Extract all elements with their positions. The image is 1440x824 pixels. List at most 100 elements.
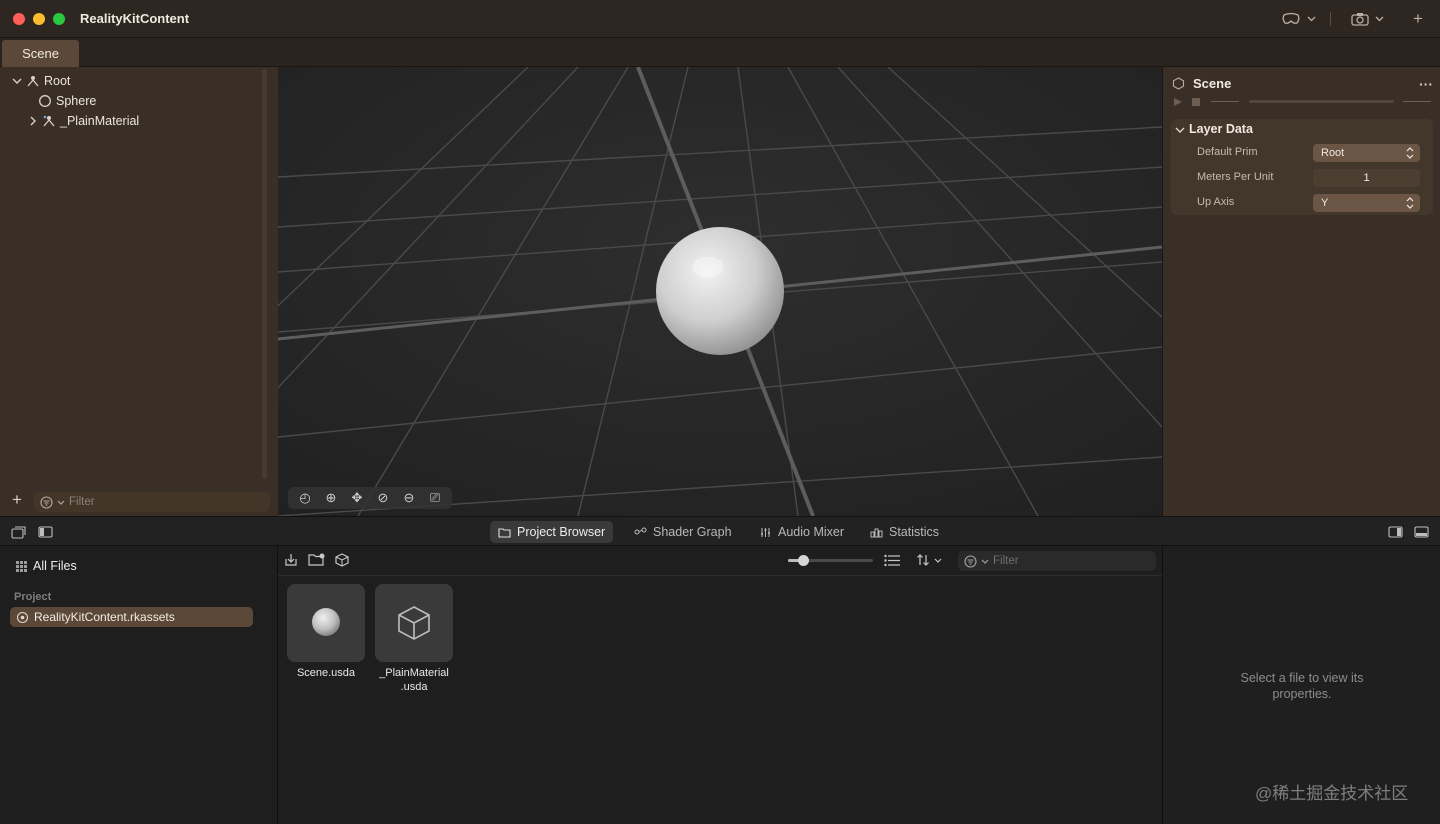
cube-outline-icon (398, 606, 430, 640)
disclosure-closed-icon (30, 116, 36, 126)
filter-placeholder: Filter (993, 555, 1019, 567)
transform-node-icon (27, 76, 39, 87)
add-entity-button[interactable]: + (12, 490, 22, 510)
right-sidebar-icon (1388, 526, 1403, 538)
sort-menu-button[interactable] (916, 553, 942, 567)
up-axis-label: Up Axis (1197, 196, 1235, 208)
list-view-button[interactable] (884, 554, 900, 570)
ground-grid (278, 67, 1162, 516)
tab-label: Statistics (889, 525, 940, 539)
headset-preview-button[interactable] (1281, 9, 1316, 29)
hierarchy-item-sphere[interactable]: Sphere (38, 91, 96, 111)
filter-menu-icon (964, 554, 977, 568)
stop-icon[interactable] (1191, 97, 1201, 107)
camera-icon (1351, 13, 1369, 26)
all-files-item[interactable]: All Files (16, 559, 77, 573)
title-bar: RealityKitContent + (0, 0, 1440, 38)
move-arrows-icon: ✥ (351, 490, 363, 505)
move-tool-button[interactable]: ✥ (346, 489, 368, 507)
orbit-icon: ◴ (299, 490, 311, 505)
slider-knob[interactable] (798, 555, 809, 566)
tab-statistics[interactable]: Statistics (862, 521, 947, 543)
hierarchy-filter-field[interactable]: Filter (34, 492, 270, 512)
new-scene-icon (335, 553, 349, 567)
rkassets-item[interactable]: RealityKitContent.rkassets (10, 607, 253, 627)
time-readout-end (1403, 101, 1431, 102)
tab-label: Shader Graph (653, 525, 732, 539)
new-folder-icon (308, 553, 325, 566)
bar-chart-icon (870, 528, 883, 537)
scene-viewport[interactable]: ◴ ⊕ ✥ ⊘ ⊖ ⎚ (278, 67, 1162, 516)
zoom-icon: ⊖ (403, 490, 415, 505)
sidebar-icon (38, 526, 53, 538)
chevron-down-icon (1307, 16, 1316, 22)
filter-placeholder: Filter (69, 496, 95, 508)
viewport-toolbar: ◴ ⊕ ✥ ⊘ ⊖ ⎚ (288, 487, 452, 509)
empty-state-message: Select a file to view its properties. (1163, 670, 1440, 702)
document-tab-strip: Scene (0, 38, 1440, 67)
toggle-bottom-area-button[interactable] (1414, 526, 1429, 541)
disclosure-open-icon[interactable] (1175, 125, 1185, 135)
new-folder-button[interactable] (308, 553, 326, 570)
hierarchy-item-label: Root (44, 74, 71, 88)
zoom-window-button[interactable] (53, 13, 65, 25)
bottom-panel-icon (1414, 526, 1429, 538)
default-prim-label: Default Prim (1197, 146, 1258, 158)
chevron-down-icon (981, 559, 989, 564)
timeline-controls (1173, 97, 1433, 107)
time-readout-start (1211, 101, 1239, 102)
toggle-inspector-button[interactable] (1388, 526, 1403, 541)
layer-data-section: Layer Data Default Prim Root Meters Per … (1171, 119, 1433, 215)
camera-tool-button[interactable]: ⎚ (424, 489, 446, 507)
close-window-button[interactable] (13, 13, 25, 25)
up-axis-popup[interactable]: Y (1313, 194, 1420, 212)
plain-material-thumbnail[interactable] (375, 584, 453, 662)
toggle-sidebar-button[interactable] (38, 526, 53, 541)
toggle-bottom-panel-button[interactable] (11, 526, 26, 542)
window-stack-icon (11, 526, 26, 539)
sphere-icon (39, 95, 51, 107)
import-button[interactable] (284, 553, 298, 570)
tab-scene[interactable]: Scene (2, 40, 79, 67)
snapshot-button[interactable] (1351, 9, 1384, 29)
ellipsis-icon: ··· (1419, 76, 1433, 92)
updown-chevron-icon (1406, 147, 1414, 159)
bottom-panel-tabbar: Project Browser Shader Graph Audio Mixer… (0, 516, 1440, 546)
rotate-tool-button[interactable]: ⊘ (372, 489, 394, 507)
tab-shader-graph[interactable]: Shader Graph (626, 521, 740, 543)
popup-value: Root (1321, 147, 1345, 159)
window-title: RealityKitContent (80, 11, 190, 26)
tab-audio-mixer[interactable]: Audio Mixer (751, 521, 852, 543)
tab-project-browser[interactable]: Project Browser (490, 521, 614, 543)
project-browser: Filter Scene.usda _PlainMaterial .usda (278, 546, 1162, 824)
hierarchy-item-plain-material[interactable]: _PlainMaterial (28, 111, 139, 131)
empty-state-line2: properties. (1272, 687, 1332, 701)
hierarchy-item-root[interactable]: Root (12, 71, 70, 91)
file-label: _PlainMaterial .usda (369, 666, 459, 694)
chevron-down-icon (57, 500, 65, 505)
sphere-preview-icon (312, 608, 340, 636)
project-files-sidebar: All Files Project RealityKitContent.rkas… (0, 546, 278, 824)
minimize-window-button[interactable] (33, 13, 45, 25)
play-icon[interactable] (1173, 97, 1183, 107)
scene-usda-thumbnail[interactable] (287, 584, 365, 662)
orbit-tool-button[interactable]: ◴ (294, 489, 316, 507)
tab-label: Audio Mixer (778, 525, 844, 539)
inspector-panel: Scene ··· Layer Data Default Prim Root M… (1162, 67, 1440, 516)
meters-per-unit-field[interactable]: 1 (1313, 169, 1420, 187)
default-prim-popup[interactable]: Root (1313, 144, 1420, 162)
browser-filter-field[interactable]: Filter (958, 551, 1156, 571)
pan-tool-button[interactable]: ⊕ (320, 489, 342, 507)
section-title: Layer Data (1189, 122, 1253, 136)
add-button[interactable]: + (1413, 9, 1423, 29)
inspector-more-button[interactable]: ··· (1419, 76, 1433, 92)
timeline-scrubber[interactable] (1249, 100, 1394, 103)
browser-toolbar: Filter (278, 546, 1162, 576)
zoom-tool-button[interactable]: ⊖ (398, 489, 420, 507)
new-scene-button[interactable] (335, 553, 351, 570)
all-files-label: All Files (33, 559, 77, 573)
thumbnail-size-slider[interactable] (788, 555, 873, 566)
material-node-icon (43, 115, 55, 127)
hierarchy-scrollbar[interactable] (262, 69, 267, 479)
tab-label: Project Browser (517, 525, 606, 539)
